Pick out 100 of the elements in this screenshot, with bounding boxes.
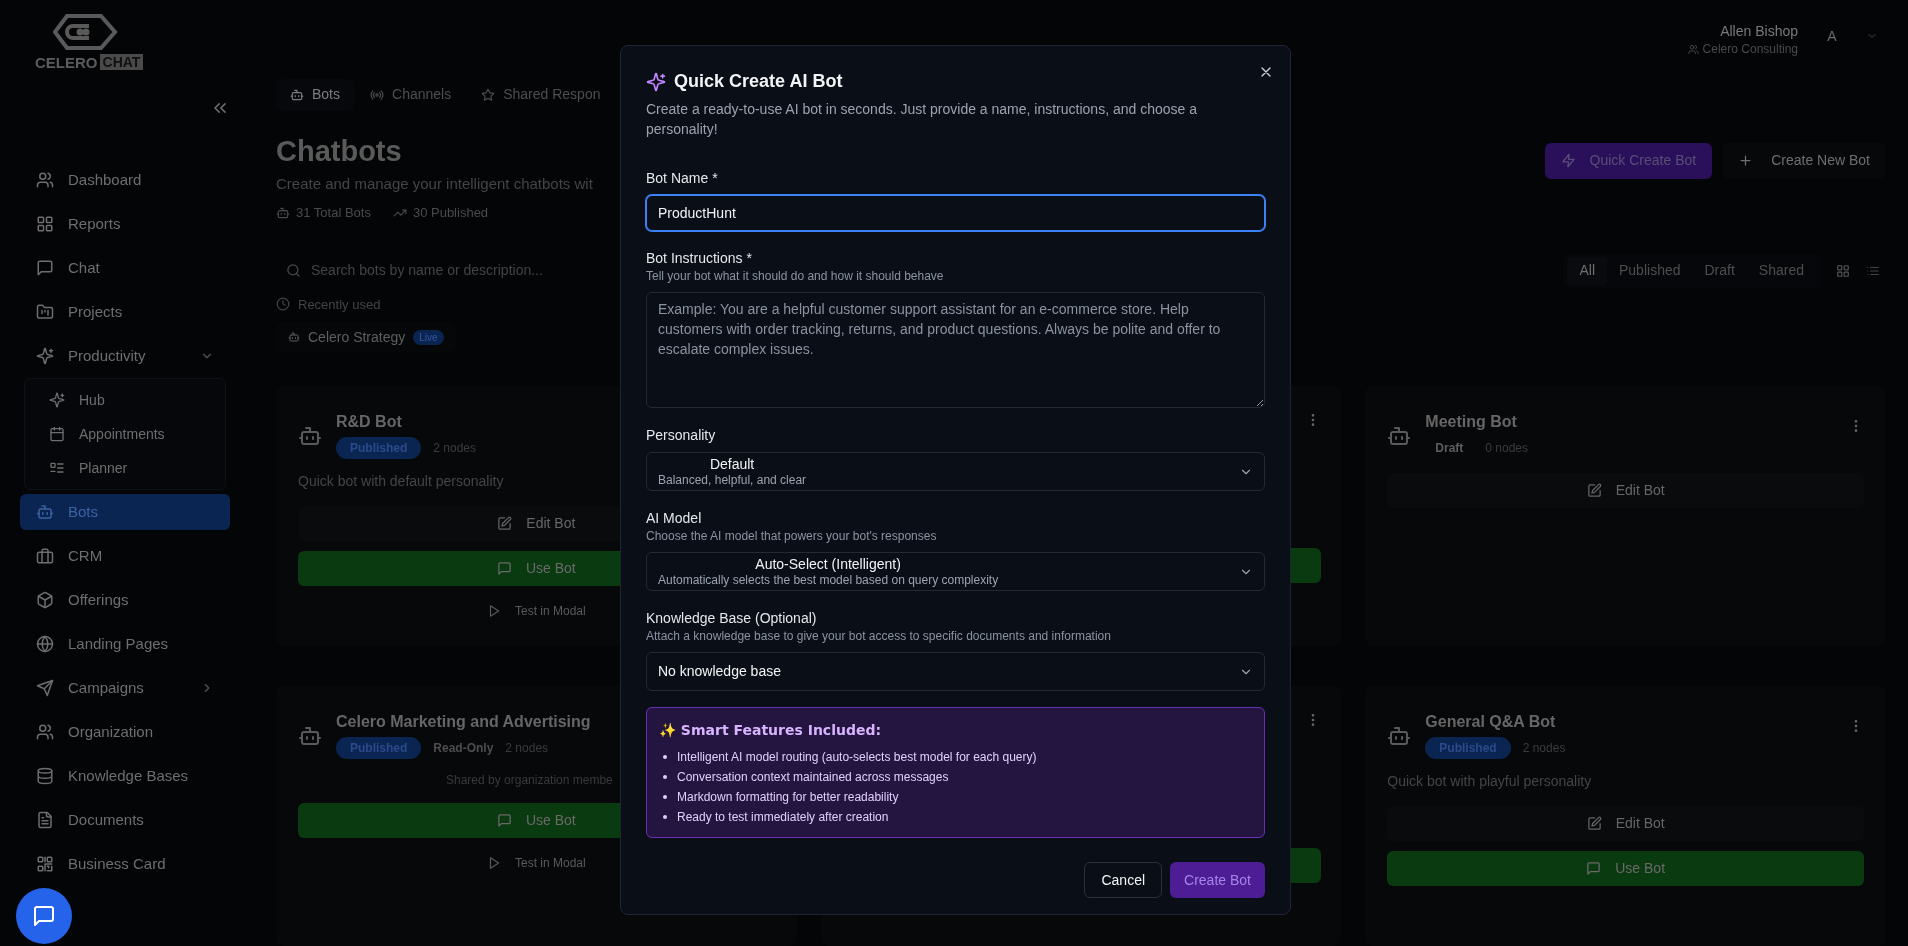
option-description: Balanced, helpful, and clear [658,472,807,488]
bot-name-field[interactable]: ProductHunt [646,195,1265,231]
sidebar-item[interactable]: Landing Pages [20,626,230,662]
clock-icon [276,297,290,312]
people-icon [1687,43,1699,55]
bot-title: Celero Marketing and Advertising [336,712,591,732]
sidebar-item[interactable]: Organization [20,714,230,750]
bot-title: General Q&A Bot [1425,712,1556,732]
sidebar-subitem[interactable]: Hub [25,383,225,417]
test-in-modal-button[interactable]: Test in Modal [298,848,775,878]
filter-tab[interactable]: Shared [1746,256,1816,285]
dialog-title: Quick Create AI Bot [674,70,843,93]
features-title: ✨ Smart Features Included: [659,721,883,740]
chat-bubble-icon [1586,861,1602,876]
tab[interactable]: Bots [276,78,354,111]
quick-create-button[interactable]: Quick Create Bot [1544,142,1713,179]
feature-text: Markdown formatting for better readability [677,789,899,806]
sidebar-item[interactable]: Projects [20,294,230,330]
filter-tab[interactable]: Draft [1692,256,1747,285]
folder-icon [36,303,54,321]
bullet-icon [663,775,667,779]
sidebar-item[interactable]: Business Card [20,846,230,882]
feature-text: Intelligent AI model routing (auto-selects best model for each query) [677,749,1037,766]
field-label: Knowledge Base (Optional) [646,609,818,627]
filter-tab[interactable]: Published [1607,256,1693,285]
globe-icon [36,635,54,653]
selected-value: No knowledge base [658,662,781,681]
selected-value: Default [709,455,755,473]
select-field[interactable]: Auto-Select (Intelligent) Automatically selects the best model based on query complexity [646,552,1265,591]
user-name: Allen Bishop [1720,22,1798,40]
select-field[interactable]: No knowledge base [646,652,1265,691]
people-icon [36,171,54,189]
feature-text: Conversation context maintained across messages [677,769,949,786]
edit-icon [1586,483,1602,498]
star-icon [481,87,496,102]
broadcast-icon [370,87,384,102]
grid-view-icon[interactable] [1836,263,1850,278]
logo-tag: CHAT [99,54,144,70]
bot-description: Quick bot with playful personality [1387,772,1592,791]
live-badge: Live [413,329,444,345]
sidebar-subitem[interactable]: Planner [25,451,225,485]
paper-plane-icon [36,679,54,697]
robot-icon [298,724,322,748]
field-label: Bot Instructions * [646,249,753,267]
status-label: Draft [1434,440,1465,457]
tab[interactable]: Channels [356,78,466,111]
bullet-icon [663,755,667,759]
sidebar-item[interactable]: Bots [20,494,230,530]
chat-bubble-icon [496,813,512,828]
instructions-field[interactable]: Example: You are a helpful customer support assistant for an e-commerce store. Help customers with order tracking, returns, and product questions. Always be polite and offer to escalate complex issues. [646,292,1265,408]
robot-icon [298,424,322,448]
page-subtitle: Create and manage your intelligent chatbots wit [276,173,593,194]
robot-icon [290,87,304,102]
chat-bubble-icon [32,904,56,928]
logo-icon [53,12,119,52]
bullet-icon [663,815,667,819]
robot-icon [36,503,54,521]
use-bot-button[interactable]: Use Bot [1387,851,1864,886]
sidebar-subitem[interactable]: Appointments [25,417,225,451]
stat-text: 30 Published [412,204,489,222]
field-label: AI Model [646,509,703,527]
field-label: Personality [646,426,717,444]
dialog-description: Create a ready-to-use AI bot in seconds. Just provide a name, instructions, and choose a personality! [646,100,1198,139]
qr-code-icon [36,855,54,873]
bot-title: R&D Bot [336,412,402,432]
bullet-icon [663,795,667,799]
sidebar-item[interactable]: Knowledge Bases [20,758,230,794]
checklist-icon [49,460,65,476]
chat-bubble-icon [36,259,54,277]
logo-wordmark: CELERO [35,54,98,70]
field-label: Bot Name * [646,169,719,187]
chat-launcher-button[interactable] [16,888,72,944]
select-field[interactable]: Default Balanced, helpful, and clear [646,452,1265,491]
sparkles-icon [646,71,666,92]
sparkles-icon [49,392,65,408]
database-icon [36,767,54,785]
sidebar-item[interactable]: Campaigns [20,670,230,706]
robot-icon [276,205,290,220]
filter-tab[interactable]: All [1567,256,1607,285]
sidebar-item[interactable]: Documents [20,802,230,838]
sidebar-item[interactable]: CRM [20,538,230,574]
cancel-button[interactable]: Cancel [1084,862,1163,898]
sparkles-icon [36,347,54,365]
stat-text: 31 Total Bots [296,204,371,222]
tab[interactable]: Shared Respon [467,78,615,111]
chat-bubble-icon [496,561,512,576]
user-avatar[interactable]: A [1818,22,1846,50]
bot-description: Quick bot with default personality [298,472,504,491]
sidebar-item[interactable]: Reports [20,206,230,242]
sidebar-item[interactable]: Productivity [20,338,230,374]
bot-title: Meeting Bot [1425,412,1517,432]
recent-label: Recently used [298,295,381,314]
edit-icon [1586,816,1602,831]
grid-icon [36,215,54,233]
lightning-icon [1560,153,1576,168]
sidebar-item[interactable]: Chat [20,250,230,286]
sidebar-item[interactable]: Dashboard [20,162,230,198]
search-icon [286,263,301,278]
sidebar-item[interactable]: Offerings [20,582,230,618]
edit-icon [497,516,513,531]
